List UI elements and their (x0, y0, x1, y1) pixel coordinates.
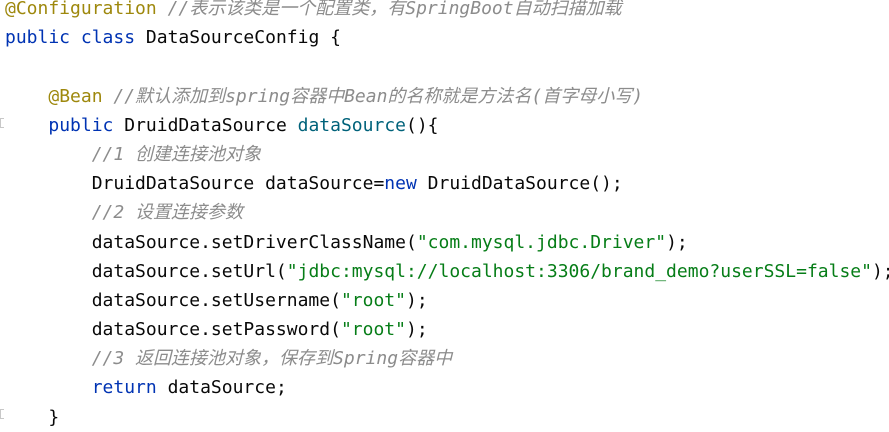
code-line[interactable]: //3 返回连接池对象，保存到Spring容器中 (5, 344, 889, 373)
code-token-plain: ); (405, 319, 428, 341)
code-token-cmt: //表示该类是一个配置类，有SpringBoot自动扫描加载 (167, 0, 622, 19)
code-token-plain: (){ (406, 114, 439, 136)
code-editor[interactable]: @Configuration //表示该类是一个配置类，有SpringBoot自… (0, 0, 889, 428)
code-line[interactable]: @Bean //默认添加到spring容器中Bean的名称就是方法名(首字母小写… (5, 82, 889, 111)
code-token-plain: DataSourceConfig { (135, 27, 341, 49)
code-token-str: "com.mysql.jdbc.Driver" (416, 231, 667, 253)
fold-marker-icon[interactable] (0, 409, 4, 419)
code-token-method: dataSource (297, 114, 406, 136)
code-token-plain: DruidDataSource dataSource= (5, 173, 385, 195)
code-line[interactable]: dataSource.setUrl("jdbc:mysql://localhos… (5, 257, 889, 286)
code-token-plain: } (5, 406, 60, 428)
code-token-kw: public (5, 27, 71, 49)
code-token-str: "root" (340, 319, 406, 341)
code-token-plain: DruidDataSource (113, 114, 298, 136)
code-line[interactable]: public DruidDataSource dataSource(){ (5, 111, 889, 140)
code-token-plain: ); (871, 260, 889, 282)
code-token-plain: dataSource.setUsername( (5, 289, 341, 311)
code-token-cmt: //默认添加到spring容器中Bean的名称就是方法名(首字母小写) (113, 85, 644, 107)
fold-marker-icon[interactable] (0, 118, 4, 128)
code-line[interactable]: //2 设置连接参数 (5, 198, 889, 227)
code-line[interactable]: dataSource.setUsername("root"); (5, 286, 889, 315)
code-token-plain: ); (666, 231, 688, 253)
code-token-kw: new (384, 173, 417, 195)
code-token-plain: dataSource.setPassword( (5, 319, 341, 341)
code-token-kw: class (80, 27, 136, 49)
code-token-ann: @Configuration (5, 0, 157, 19)
code-token-plain: DruidDataSource(); (416, 173, 623, 195)
code-token-kw: return (91, 377, 157, 399)
code-token-ann: @Bean (48, 85, 103, 107)
code-token-str: "root" (340, 289, 406, 311)
code-token-cmt: //2 设置连接参数 (91, 202, 244, 224)
code-line[interactable]: } (5, 403, 889, 432)
code-line[interactable]: dataSource.setDriverClassName("com.mysql… (5, 228, 889, 257)
code-token-str: "jdbc:mysql://localhost:3306/brand_demo?… (286, 260, 872, 282)
code-token-cmt: //3 返回连接池对象，保存到Spring容器中 (91, 348, 453, 370)
code-line[interactable]: DruidDataSource dataSource=new DruidData… (5, 169, 889, 198)
code-token-plain: dataSource; (156, 377, 287, 399)
code-text-area[interactable]: @Configuration //表示该类是一个配置类，有SpringBoot自… (5, 0, 889, 432)
code-line[interactable]: public class DataSourceConfig { (5, 23, 889, 52)
code-line[interactable]: return dataSource; (5, 373, 889, 402)
code-token-cmt: //1 创建连接池对象 (91, 143, 262, 165)
code-token-kw: public (48, 114, 114, 136)
code-line[interactable] (5, 52, 889, 81)
code-line[interactable]: dataSource.setPassword("root"); (5, 315, 889, 344)
code-line[interactable]: @Configuration //表示该类是一个配置类，有SpringBoot自… (5, 0, 889, 23)
code-line[interactable]: //1 创建连接池对象 (5, 140, 889, 169)
code-token-plain: dataSource.setUrl( (5, 260, 287, 282)
code-token-plain: ); (405, 289, 428, 311)
code-token-plain: dataSource.setDriverClassName( (5, 231, 417, 253)
